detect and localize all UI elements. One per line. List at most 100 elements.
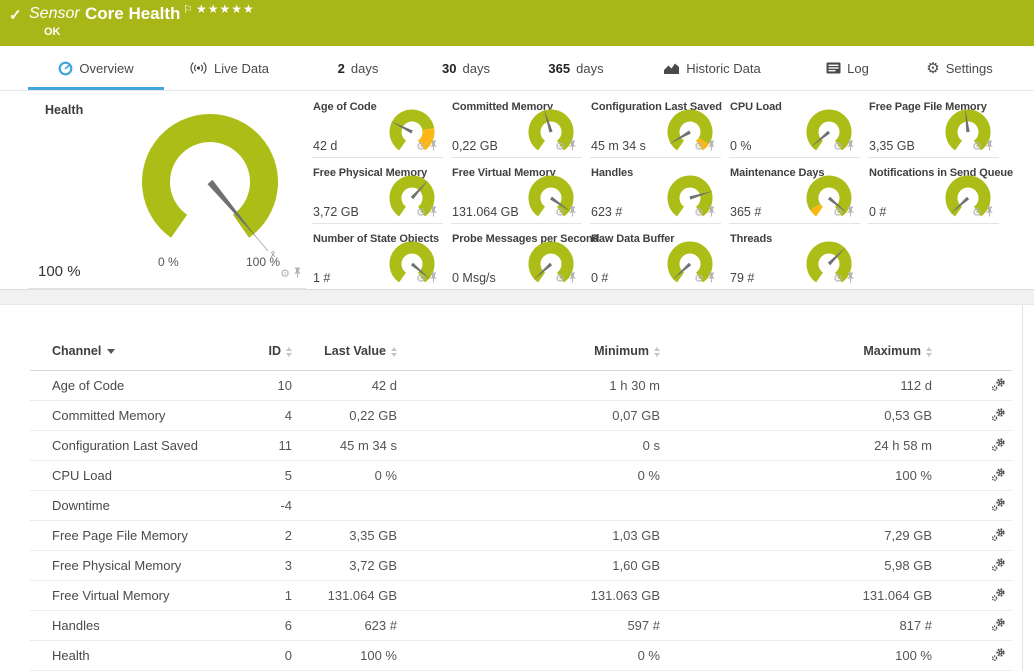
tab-overview[interactable]: Overview: [28, 46, 164, 90]
channel-name[interactable]: Age of Code: [30, 371, 242, 401]
gauge-tile[interactable]: Number of State Objects1 #⚙: [312, 227, 443, 290]
gauge-tile[interactable]: Handles623 #⚙: [590, 161, 721, 224]
gear-icon[interactable]: ⚙: [694, 208, 704, 219]
channel-settings-icon[interactable]: [991, 500, 1006, 515]
gear-icon[interactable]: ⚙: [972, 208, 982, 219]
gear-icon[interactable]: ⚙: [416, 274, 426, 285]
pin-icon[interactable]: [568, 139, 577, 155]
channel-name[interactable]: Health: [30, 641, 242, 671]
channel-row[interactable]: Free Physical Memory33,72 GB1,60 GB5,98 …: [30, 551, 1012, 581]
gauge-tile[interactable]: Configuration Last Saved45 m 34 s⚙: [590, 95, 721, 158]
channel-row[interactable]: Downtime-4: [30, 491, 1012, 521]
tab-days30[interactable]: 30days: [438, 46, 494, 90]
gear-icon[interactable]: ⚙: [972, 142, 982, 153]
column-header-id[interactable]: ID: [242, 333, 292, 371]
pin-icon[interactable]: [985, 139, 994, 155]
gear-icon[interactable]: ⚙: [833, 274, 843, 285]
channel-settings-icon[interactable]: [991, 530, 1006, 545]
priority-stars[interactable]: ★★★★★: [196, 2, 255, 16]
channels-table-body: Age of Code1042 d1 h 30 m112 dCommitted …: [30, 371, 1012, 671]
pin-icon[interactable]: [568, 271, 577, 287]
gear-icon[interactable]: ⚙: [833, 208, 843, 219]
channel-settings-icon[interactable]: [991, 650, 1006, 665]
channel-name[interactable]: Free Physical Memory: [30, 551, 242, 581]
tab-days2[interactable]: 2days: [330, 46, 386, 90]
column-header-last-value[interactable]: Last Value: [292, 333, 397, 371]
channel-settings-icon[interactable]: [991, 440, 1006, 455]
channel-name[interactable]: Configuration Last Saved: [30, 431, 242, 461]
channel-name[interactable]: Handles: [30, 611, 242, 641]
pin-icon[interactable]: [985, 205, 994, 221]
channel-name[interactable]: Free Page File Memory: [30, 521, 242, 551]
channel-row[interactable]: Health0100 %0 %100 %: [30, 641, 1012, 671]
tab-live-data[interactable]: Live Data: [170, 46, 288, 90]
channel-row[interactable]: Configuration Last Saved1145 m 34 s0 s24…: [30, 431, 1012, 461]
channel-settings-icon[interactable]: [991, 380, 1006, 395]
channel-settings-icon[interactable]: [991, 560, 1006, 575]
pin-icon[interactable]: [429, 271, 438, 287]
pin-icon[interactable]: [707, 139, 716, 155]
tab-log[interactable]: Log: [824, 46, 871, 90]
column-header-minimum[interactable]: Minimum: [397, 333, 660, 371]
gauge-tile-title: Threads: [730, 233, 772, 245]
tab-days365[interactable]: 365days: [548, 46, 604, 90]
channel-settings-icon[interactable]: [991, 410, 1006, 425]
gear-icon[interactable]: ⚙: [694, 142, 704, 153]
channel-row[interactable]: CPU Load50 %0 %100 %: [30, 461, 1012, 491]
gear-icon[interactable]: ⚙: [416, 208, 426, 219]
pin-icon[interactable]: [846, 205, 855, 221]
pin-icon[interactable]: [568, 205, 577, 221]
channel-row[interactable]: Age of Code1042 d1 h 30 m112 d: [30, 371, 1012, 401]
gauge-tile[interactable]: Probe Messages per Second0 Msg/s⚙: [451, 227, 582, 290]
channel-name[interactable]: CPU Load: [30, 461, 242, 491]
pin-icon[interactable]: [846, 271, 855, 287]
channel-minimum: 1,60 GB: [397, 551, 660, 581]
gear-icon[interactable]: ⚙: [555, 208, 565, 219]
gear-icon[interactable]: ⚙: [416, 142, 426, 153]
gauge-tile[interactable]: Age of Code42 d⚙: [312, 95, 443, 158]
gauge-tile[interactable]: CPU Load0 %⚙: [729, 95, 860, 158]
tab-historic-data[interactable]: Historic Data: [662, 46, 762, 90]
channel-settings-icon[interactable]: [991, 470, 1006, 485]
pin-icon[interactable]: [429, 139, 438, 155]
gauge-scale-max-label: 100 %: [246, 255, 280, 269]
pin-icon[interactable]: [429, 205, 438, 221]
channel-last-value: 100 %: [292, 641, 397, 671]
pin-icon[interactable]: [707, 271, 716, 287]
pin-icon[interactable]: [707, 205, 716, 221]
channel-settings-icon[interactable]: [991, 620, 1006, 635]
channel-name[interactable]: Free Virtual Memory: [30, 581, 242, 611]
channel-row[interactable]: Free Page File Memory23,35 GB1,03 GB7,29…: [30, 521, 1012, 551]
channel-settings-icon[interactable]: [991, 590, 1006, 605]
gear-icon[interactable]: ⚙: [555, 274, 565, 285]
gauge-tile[interactable]: Notifications in Send Queue0 #⚙: [868, 161, 999, 224]
channel-name[interactable]: Downtime: [30, 491, 242, 521]
gear-icon[interactable]: ⚙: [694, 274, 704, 285]
pin-icon[interactable]: [293, 266, 302, 282]
channel-row[interactable]: Free Virtual Memory1131.064 GB131.063 GB…: [30, 581, 1012, 611]
gauge-tile[interactable]: Free Virtual Memory131.064 GB⚙: [451, 161, 582, 224]
gauge-tile[interactable]: Free Page File Memory3,35 GB⚙: [868, 95, 999, 158]
gauge-tile[interactable]: Threads79 #⚙: [729, 227, 860, 290]
tab-number: 2: [338, 61, 345, 76]
column-header-channel[interactable]: Channel: [30, 333, 242, 371]
channels-panel: ChannelIDLast ValueMinimumMaximum Age of…: [0, 305, 1034, 671]
health-gauge-tile[interactable]: Health x̄ 0 % 100 % 100 % ⚙: [28, 95, 306, 289]
pin-icon[interactable]: [846, 139, 855, 155]
column-header-maximum[interactable]: Maximum: [660, 333, 932, 371]
channel-row[interactable]: Handles6623 #597 #817 #: [30, 611, 1012, 641]
log-icon: [826, 62, 841, 74]
scrollbar-gutter[interactable]: [1022, 305, 1034, 671]
channel-name[interactable]: Committed Memory: [30, 401, 242, 431]
gauge-tile[interactable]: Raw Data Buffer0 #⚙: [590, 227, 721, 290]
gear-icon[interactable]: ⚙: [833, 142, 843, 153]
gauge-tile[interactable]: Free Physical Memory3,72 GB⚙: [312, 161, 443, 224]
gauge-tile[interactable]: Maintenance Days365 #⚙: [729, 161, 860, 224]
channel-last-value: 42 d: [292, 371, 397, 401]
tab-settings[interactable]: ⚙Settings: [924, 46, 995, 90]
gear-icon[interactable]: ⚙: [555, 142, 565, 153]
gear-icon[interactable]: ⚙: [280, 269, 290, 280]
gauge-tile[interactable]: Committed Memory0,22 GB⚙: [451, 95, 582, 158]
channel-row[interactable]: Committed Memory40,22 GB0,07 GB0,53 GB: [30, 401, 1012, 431]
gauge-tile-actions: ⚙: [555, 271, 577, 287]
